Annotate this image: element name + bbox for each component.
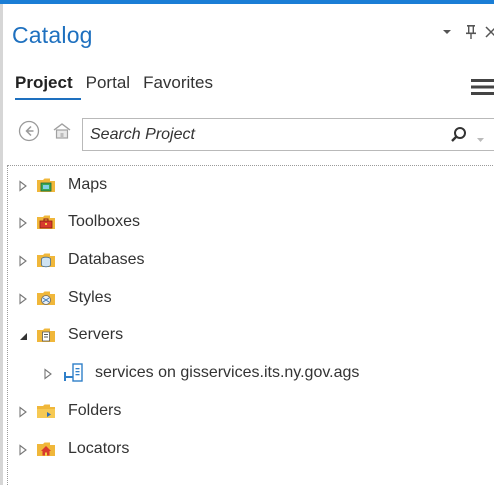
tree-item-label: Folders — [68, 402, 122, 419]
expand-arrow-icon[interactable] — [18, 405, 28, 418]
pane-window-controls — [438, 20, 494, 44]
toolboxes-folder-icon — [36, 212, 56, 232]
expand-arrow-icon[interactable] — [18, 254, 28, 267]
tree-item-locators[interactable]: Locators — [18, 436, 129, 462]
tree-item-toolboxes[interactable]: Toolboxes — [18, 209, 140, 235]
tree-item-label: Servers — [68, 326, 124, 343]
styles-folder-icon — [36, 288, 56, 308]
tree-item-styles[interactable]: Styles — [18, 285, 112, 311]
home-icon[interactable] — [51, 120, 73, 142]
tree-item-maps[interactable]: Maps — [18, 172, 107, 198]
locators-folder-icon — [36, 439, 56, 459]
close-icon[interactable] — [484, 23, 494, 41]
tree-item-databases[interactable]: Databases — [18, 247, 145, 273]
catalog-tabs: Project Portal Favorites — [15, 73, 226, 93]
tab-project[interactable]: Project — [15, 73, 73, 93]
tree-item-label: Maps — [68, 176, 108, 193]
collapse-arrow-icon[interactable] — [18, 329, 28, 341]
databases-folder-icon — [36, 250, 56, 270]
search-options-chevron-down-icon[interactable] — [476, 131, 485, 142]
pin-icon[interactable] — [464, 23, 478, 41]
tab-portal[interactable]: Portal — [86, 73, 130, 93]
tree-item-servers[interactable]: Servers — [18, 322, 123, 348]
catalog-tree: Maps Toolboxes Databases Styles Servers … — [7, 165, 494, 485]
server-connection-icon — [63, 363, 83, 383]
tree-item-label: Databases — [68, 251, 145, 268]
tree-item-label: services on gisservices.its.ny.gov.ags — [95, 364, 360, 381]
expand-arrow-icon[interactable] — [18, 292, 28, 305]
pane-title: Catalog — [12, 22, 93, 48]
tree-item-label: Styles — [68, 289, 112, 306]
tab-favorites[interactable]: Favorites — [143, 73, 213, 93]
search-box — [82, 118, 494, 151]
tree-item-label: Toolboxes — [68, 213, 141, 230]
active-tab-indicator — [15, 98, 81, 100]
tree-item-label: Locators — [68, 440, 130, 457]
dropdown-arrow-icon[interactable] — [438, 23, 456, 41]
servers-folder-icon — [36, 325, 56, 345]
navigation-bar — [18, 120, 73, 142]
expand-arrow-icon[interactable] — [18, 216, 28, 229]
search-input[interactable] — [90, 119, 430, 150]
pane-accent-bar — [0, 0, 494, 4]
pane-left-border — [0, 4, 3, 485]
maps-folder-icon — [36, 175, 56, 195]
expand-arrow-icon[interactable] — [18, 443, 28, 456]
folders-icon — [36, 401, 56, 421]
hamburger-menu-icon[interactable] — [471, 78, 494, 96]
catalog-pane: Catalog Project Portal Favorites Search … — [0, 0, 494, 485]
tree-item-server-connection[interactable]: services on gisservices.its.ny.gov.ags — [43, 360, 359, 386]
expand-arrow-icon[interactable] — [18, 179, 28, 192]
expand-arrow-icon[interactable] — [43, 367, 53, 380]
search-icon[interactable] — [450, 126, 468, 144]
back-arrow-icon[interactable] — [18, 120, 40, 142]
tree-item-folders[interactable]: Folders — [18, 398, 121, 424]
